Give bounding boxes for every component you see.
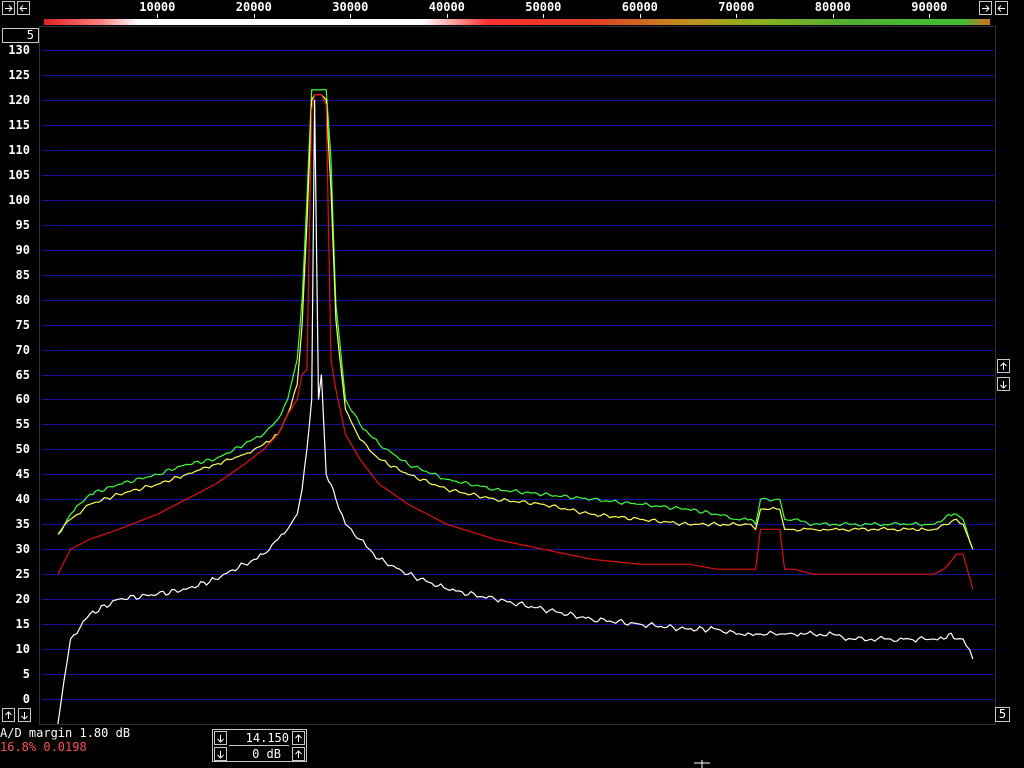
arrow-down-icon [217,750,224,759]
zoom-down-button[interactable] [18,708,31,722]
arrow-up-icon [5,710,12,719]
arrow-down-icon [217,734,224,743]
freq-up-button[interactable] [292,731,305,745]
gain-control-box: 14.150 0 dB [212,729,307,762]
gain-down-button[interactable] [214,747,227,761]
arrow-up-icon [1000,361,1007,370]
spectrum-curve-white [57,99,974,725]
bottom-right-field[interactable]: 5 [995,707,1010,722]
arrow-up-icon [295,733,302,742]
level-up-button[interactable] [997,359,1010,373]
arrow-down-icon [1000,380,1007,389]
zoom-up-button[interactable] [2,708,15,722]
arrow-up-icon [295,749,302,758]
arrow-down-icon [21,711,28,720]
spectrum-curve-yellow [57,94,974,550]
spectrum-curve-red [57,94,974,590]
cpu-load-text: 16.8% 0.0198 [0,740,87,754]
spectrum-graph[interactable] [0,0,1024,768]
gain-value[interactable]: 0 dB [229,747,281,761]
gain-up-button[interactable] [292,747,305,761]
freq-down-button[interactable] [214,731,227,745]
bottom-right-value: 5 [998,707,1007,721]
cursor-crosshair-icon [694,760,710,768]
freq-value[interactable]: 14.150 [229,731,289,746]
spectrum-curve-green [57,88,974,550]
ad-margin-text: A/D margin 1.80 dB [0,726,131,740]
level-down-button[interactable] [997,377,1010,391]
